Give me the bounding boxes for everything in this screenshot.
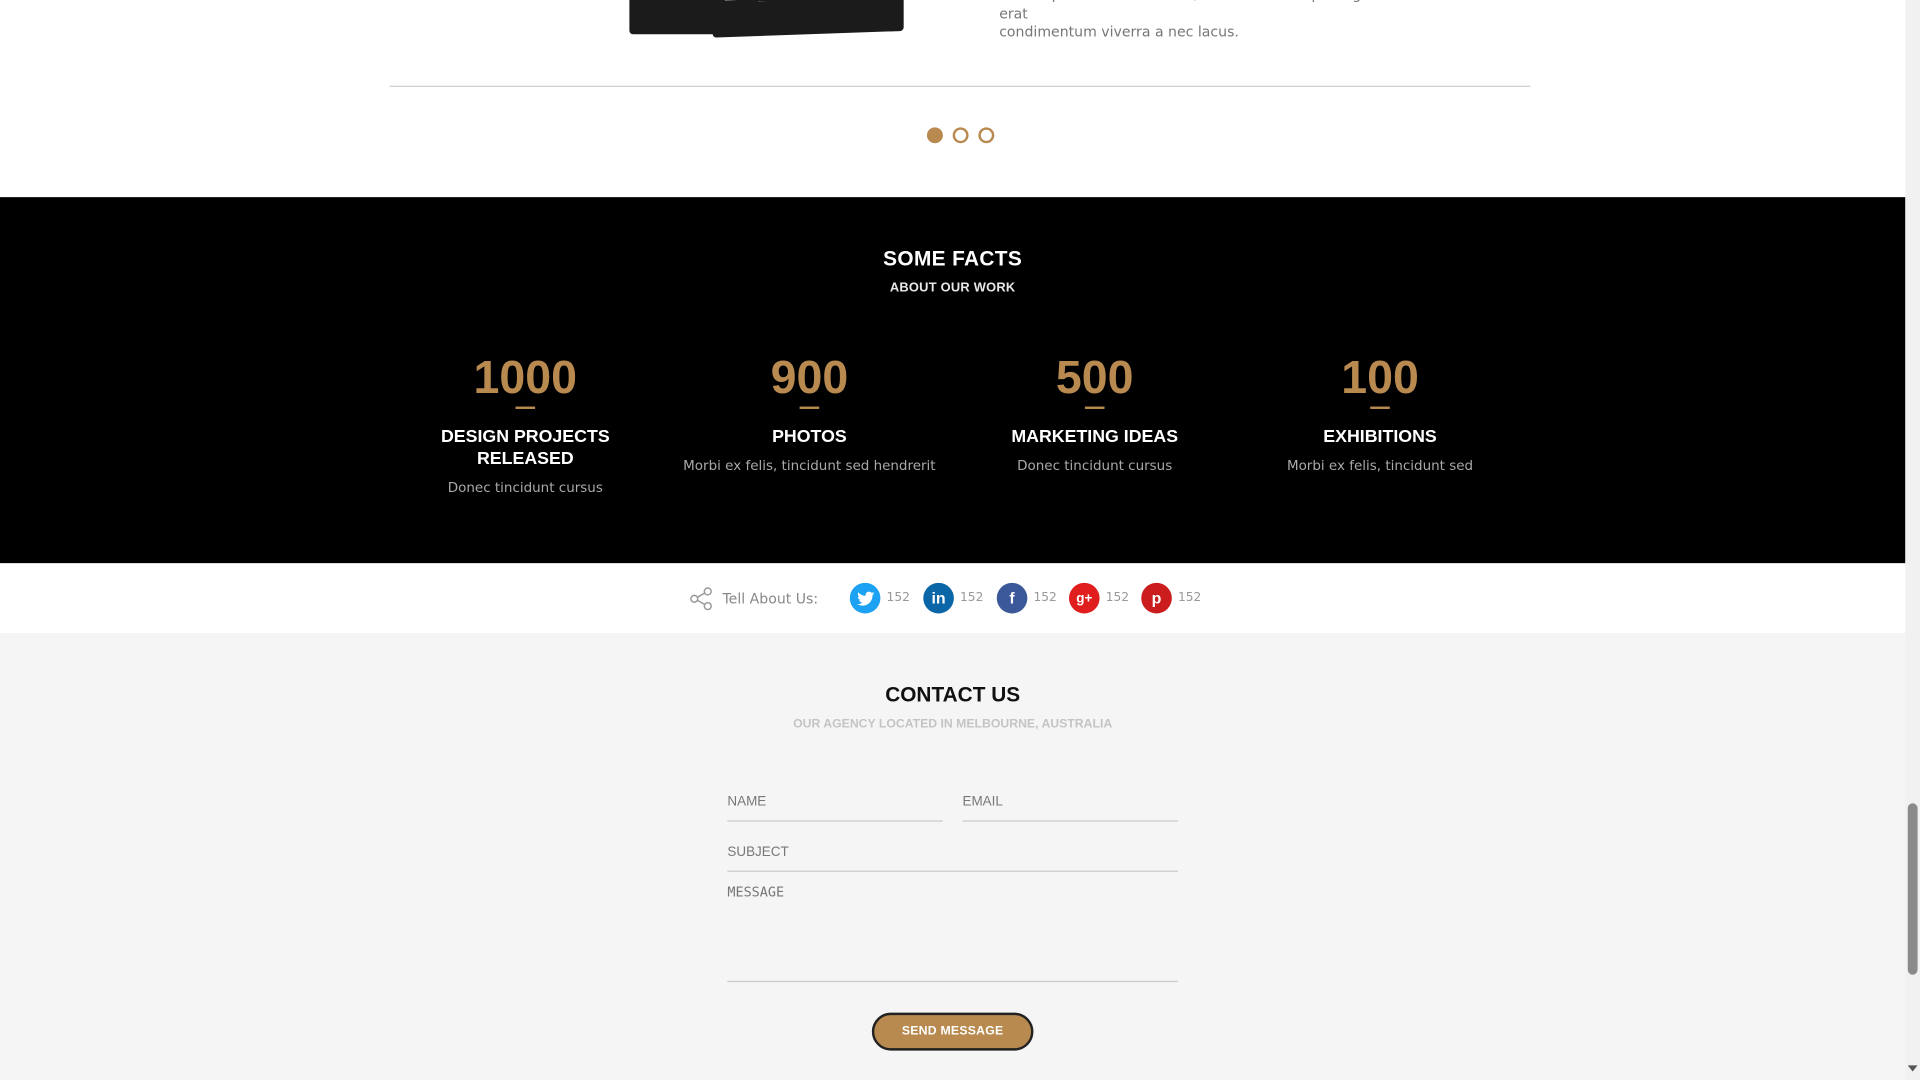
share-google-plus[interactable]: g+ 152 bbox=[1068, 582, 1130, 614]
fact-number: 500 bbox=[1055, 352, 1134, 405]
testimonial-text-line1: Lorem ipsum dolor sit amet, consectetur … bbox=[999, 0, 1523, 22]
contact-title: CONTACT US bbox=[885, 683, 1021, 707]
share-facebook[interactable]: f 152 bbox=[996, 582, 1057, 614]
fact-title-line1: DESIGN PROJECTS bbox=[440, 427, 610, 447]
subject-field[interactable] bbox=[727, 843, 1178, 872]
share-icon bbox=[690, 587, 712, 611]
contact-section: CONTACT US OUR AGENCY LOCATED IN MELBOUR… bbox=[0, 633, 1906, 1080]
fact-title: PHOTOS bbox=[772, 427, 847, 447]
fact-item-design-projects: 1000 DESIGN PROJECTS RELEASED Donec tinc… bbox=[383, 350, 667, 496]
email-field[interactable] bbox=[962, 793, 1178, 822]
facts-subtitle: ABOUT OUR WORK bbox=[889, 280, 1016, 296]
facts-section: SOME FACTS ABOUT OUR WORK 1000 DESIGN PR… bbox=[0, 197, 1906, 564]
message-field[interactable] bbox=[727, 884, 1178, 983]
fact-item-marketing-ideas: 500 MARKETING IDEAS Donec tincidunt curs… bbox=[953, 350, 1237, 474]
slider-pagination bbox=[926, 127, 995, 144]
share-bar: Tell About Us: 152 in 152 f 152 g+ 152 p… bbox=[0, 563, 1906, 634]
share-linkedin[interactable]: in 152 bbox=[923, 582, 984, 614]
pinterest-icon[interactable]: p bbox=[1141, 582, 1172, 614]
product-boxes-image bbox=[627, 0, 933, 38]
share-count: 152 bbox=[886, 591, 910, 605]
fact-title: DESIGN PROJECTS RELEASED bbox=[383, 426, 667, 470]
fact-description: Morbi ex felis, tincidunt sed bbox=[1286, 457, 1474, 474]
fact-underline bbox=[1370, 406, 1390, 409]
scroll-down-arrow-icon[interactable] bbox=[1907, 1065, 1918, 1072]
testimonial-text: Lorem ipsum dolor sit amet, consectetur … bbox=[999, 0, 1526, 42]
scrollbar-thumb[interactable] bbox=[1907, 803, 1918, 975]
share-twitter[interactable]: 152 bbox=[849, 582, 910, 614]
send-message-button[interactable]: SEND MESSAGE bbox=[871, 1012, 1034, 1051]
fact-description: Morbi ex felis, tincidunt sed hendrerit bbox=[683, 457, 936, 474]
page-scrollbar[interactable] bbox=[1905, 0, 1920, 1080]
share-pinterest[interactable]: p 152 bbox=[1141, 582, 1202, 614]
section-divider bbox=[389, 85, 1531, 87]
google-plus-icon[interactable]: g+ bbox=[1068, 582, 1100, 614]
fact-number: 900 bbox=[770, 352, 849, 405]
share-count: 152 bbox=[1033, 591, 1057, 605]
fact-underline bbox=[515, 406, 536, 409]
share-label: Tell About Us: bbox=[722, 590, 819, 608]
fact-item-exhibitions: 100 EXHIBITIONS Morbi ex felis, tincidun… bbox=[1238, 350, 1522, 474]
product-box-left bbox=[629, 0, 725, 35]
share-count: 152 bbox=[1177, 591, 1202, 605]
fact-title: MARKETING IDEAS bbox=[1011, 427, 1179, 447]
slider-dot-3[interactable] bbox=[978, 127, 995, 144]
fact-number: 100 bbox=[1341, 352, 1419, 405]
twitter-icon[interactable] bbox=[849, 582, 881, 614]
product-box-right bbox=[712, 0, 904, 38]
fact-title: EXHIBITIONS bbox=[1323, 427, 1437, 447]
share-count: 152 bbox=[960, 591, 984, 605]
facts-title: SOME FACTS bbox=[883, 247, 1023, 271]
fact-underline bbox=[799, 406, 820, 409]
fact-underline bbox=[1084, 406, 1105, 409]
fact-description: Donec tincidunt cursus bbox=[1017, 457, 1173, 474]
share-count: 152 bbox=[1105, 591, 1130, 605]
fact-number: 1000 bbox=[473, 352, 578, 405]
name-field[interactable] bbox=[727, 793, 943, 822]
testimonial-text-line2: condimentum viverra a nec lacus. bbox=[999, 23, 1239, 41]
facebook-icon[interactable]: f bbox=[996, 582, 1028, 614]
fact-description: Donec tincidunt cursus bbox=[447, 480, 603, 496]
contact-subtitle: OUR AGENCY LOCATED IN MELBOURNE, AUSTRAL… bbox=[793, 717, 1113, 732]
linkedin-icon[interactable]: in bbox=[923, 582, 954, 614]
fact-title-line2: RELEASED bbox=[476, 449, 574, 469]
slider-dot-1[interactable] bbox=[926, 127, 943, 144]
fact-item-photos: 900 PHOTOS Morbi ex felis, tincidunt sed… bbox=[667, 350, 951, 474]
slider-dot-2[interactable] bbox=[952, 127, 969, 144]
testimonial-section: Lorem ipsum dolor sit amet, consectetur … bbox=[0, 0, 1906, 198]
